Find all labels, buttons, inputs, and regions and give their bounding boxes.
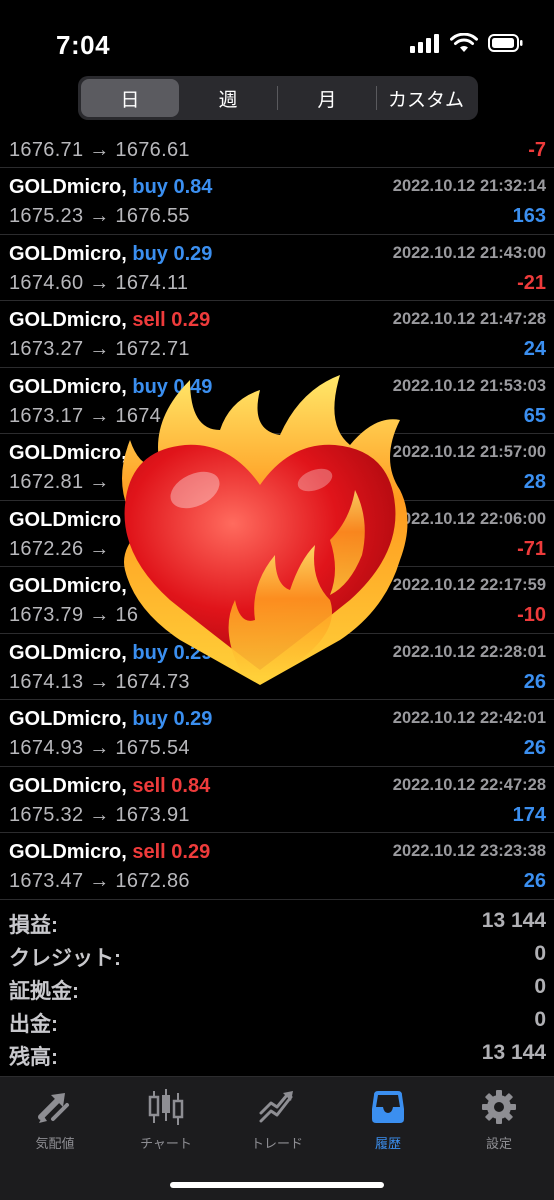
deal-prices: 1672.26 → [9,537,110,560]
deal-profit: 26 [523,670,546,693]
deal-profit: 163 [512,205,546,227]
trade-trend-icon [259,1091,293,1123]
tab-label: 設定 [485,1136,512,1151]
summary-row-balance: 残高: 13 144 [0,1038,554,1071]
deal-symbol-line: GOLDmicro, sell 0.29 [9,841,210,864]
deal-profit: 65 [523,404,546,427]
quotes-arrows-icon [38,1093,69,1123]
deal-profit: -10 [517,604,546,626]
segment-day[interactable]: 日 [81,79,179,117]
tab-label: トレード [250,1136,303,1151]
candlestick-chart-icon [148,1089,184,1125]
status-time: 7:04 [56,30,111,60]
deal-datetime: 2022.10.12 21:32:14 [392,177,546,195]
deal-profit: -7 [528,139,546,161]
deal-side: buy 0.29 [132,708,213,730]
deal-profit: 26 [523,737,546,759]
deal-datetime: 2022.10.12 23:23:38 [392,842,546,860]
deal-symbol: GOLDmicro, [9,176,127,198]
deal-side: sell 0.84 [132,774,211,797]
heart-on-fire-emoji-icon [122,375,408,685]
deal-side: sell 0.29 [132,309,211,331]
summary-row-deposit: 証拠金: 0 [0,972,554,1005]
deal-profit: 28 [523,471,546,493]
summary-row-withdrawal: 出金: 0 [0,1005,554,1038]
battery-icon [488,34,523,52]
summary-value: 13 144 [481,1041,546,1064]
tab-quotes[interactable]: 気配値 [0,1087,110,1152]
status-icons [410,33,524,53]
deal-prices: 1675.23 → 1676.55 [9,205,190,227]
deal-datetime: 2022.10.12 21:43:00 [392,243,546,262]
tab-bar: 気配値 チャート トレード 履歴 設定 [0,1076,554,1200]
segment-custom[interactable]: カスタム [377,79,475,117]
deal-symbol-line: GOLDmicro, sell 0.29 [9,309,210,332]
summary-panel: 損益: 13 144 クレジット: 0 証拠金: 0 出金: 0 残高: 13 … [0,906,554,1071]
summary-value: 13 144 [481,909,546,932]
deal-side: buy 0.84 [132,176,213,198]
deal-datetime: 2022.10.12 22:42:01 [392,709,546,727]
deal-row[interactable]: GOLDmicro, sell 0.29 2022.10.12 23:23:38… [0,833,554,900]
segment-month[interactable]: 月 [278,79,376,117]
deal-row[interactable]: GOLDmicro, sell 0.84 2022.10.12 22:47:28… [0,767,554,833]
summary-label: 残高: [9,1046,58,1069]
deal-row[interactable]: GOLDmicro, buy 0.29 2022.10.12 21:43:00 … [0,235,554,301]
deal-prices: 1674.60 → 1674.11 [9,271,189,294]
period-segmented-control: 日 週 月 カスタム [78,76,478,120]
deal-symbol-line: GOLDmicro, sell 0.84 [9,775,210,798]
summary-value: 0 [534,942,546,965]
tab-label: チャート [140,1136,192,1151]
deal-symbol: GOLDmicro, [9,309,127,331]
summary-label: 損益: [9,914,58,937]
summary-label: 出金: [9,1013,58,1036]
deal-prices: 1672.81 → [9,471,110,493]
history-tray-icon [372,1091,404,1123]
segment-week[interactable]: 週 [179,79,277,117]
summary-row-credit: クレジット: 0 [0,939,554,972]
gear-icon [482,1090,516,1124]
wifi-icon [450,33,478,52]
deal-profit: 174 [512,803,546,826]
deal-prices: 1674.93 → 1675.54 [9,737,190,759]
deal-row[interactable]: 1676.71 → 1676.61 -7 [0,135,554,168]
deal-datetime: 2022.10.12 22:47:28 [392,775,546,794]
deal-datetime: 2022.10.12 21:47:28 [392,310,546,328]
tab-label: 気配値 [35,1136,75,1151]
summary-value: 0 [534,975,546,998]
deal-side: buy 0.29 [132,242,213,265]
deal-symbol: GOLDmicro, [9,841,127,863]
summary-row-profit: 損益: 13 144 [0,906,554,939]
deal-prices: 1673.47 → 1672.86 [9,870,190,892]
tab-trade[interactable]: トレード [222,1087,332,1152]
tab-chart[interactable]: チャート [111,1087,221,1152]
deal-symbol: GOLDmicro, [9,242,127,265]
home-indicator [170,1182,384,1188]
deal-symbol: GOLDmicro, [9,774,127,797]
deal-profit: 24 [523,338,546,360]
deal-prices: 1676.71 → 1676.61 [9,139,190,161]
deal-row[interactable]: GOLDmicro, buy 0.84 2022.10.12 21:32:14 … [0,168,554,235]
deal-row[interactable]: GOLDmicro, buy 0.29 2022.10.12 22:42:01 … [0,700,554,767]
deal-side: sell 0.29 [132,841,211,863]
summary-label: クレジット: [9,947,121,970]
deal-symbol-line: GOLDmicro, buy 0.29 [9,243,212,266]
deal-profit: -71 [517,537,546,560]
deal-profit: 26 [523,870,546,892]
status-bar: 7:04 [0,0,554,70]
deal-symbol: GOLDmicro, [9,708,127,730]
cellular-signal-icon [410,34,439,53]
deal-row[interactable]: GOLDmicro, sell 0.29 2022.10.12 21:47:28… [0,301,554,368]
deal-symbol-line: GOLDmicro, buy 0.29 [9,708,212,731]
deal-prices: 1675.32 → 1673.91 [9,803,190,826]
deal-profit: -21 [517,271,546,294]
tab-settings[interactable]: 設定 [444,1087,554,1152]
deal-prices: 1673.27 → 1672.71 [9,338,190,360]
summary-value: 0 [534,1008,546,1031]
tab-label: 履歴 [374,1136,401,1151]
deal-symbol-line: GOLDmicro, buy 0.84 [9,176,212,199]
tab-history[interactable]: 履歴 [333,1087,443,1152]
summary-label: 証拠金: [9,980,79,1003]
